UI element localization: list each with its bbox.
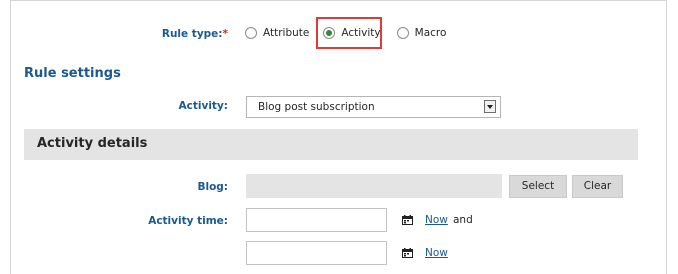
activity-time-from-input[interactable]: [246, 208, 387, 232]
activity-time-label: Activity time:: [148, 215, 228, 227]
highlight-box: [316, 17, 382, 49]
calendar-icon[interactable]: [402, 248, 413, 258]
required-marker: *: [222, 28, 229, 40]
blog-label: Blog:: [197, 181, 228, 193]
now-link-from[interactable]: Now: [425, 214, 448, 226]
activity-select[interactable]: Blog post subscription: [246, 96, 501, 118]
radio-macro-label[interactable]: Macro: [415, 27, 447, 39]
and-text: and: [453, 214, 473, 226]
activity-time-to-input[interactable]: [246, 241, 387, 265]
panel-top-border: [10, 0, 667, 1]
activity-details-title: Activity details: [37, 136, 148, 151]
dropdown-arrow-icon[interactable]: [484, 100, 496, 113]
rule-settings-title: Rule settings: [24, 66, 121, 81]
radio-attribute[interactable]: [245, 27, 257, 39]
rule-type-label: Rule type:*: [120, 28, 228, 40]
calendar-icon[interactable]: [402, 215, 413, 225]
select-button[interactable]: Select: [509, 175, 567, 198]
now-link-to[interactable]: Now: [425, 247, 448, 259]
activity-details-header: Activity details: [24, 129, 638, 160]
radio-macro[interactable]: [396, 27, 409, 39]
activity-label: Activity:: [178, 100, 228, 112]
radio-attribute-label[interactable]: Attribute: [263, 27, 309, 39]
activity-select-value: Blog post subscription: [258, 101, 375, 113]
clear-button[interactable]: Clear: [572, 175, 623, 198]
rule-type-label-text: Rule type:: [161, 28, 223, 40]
blog-field: [246, 174, 502, 198]
